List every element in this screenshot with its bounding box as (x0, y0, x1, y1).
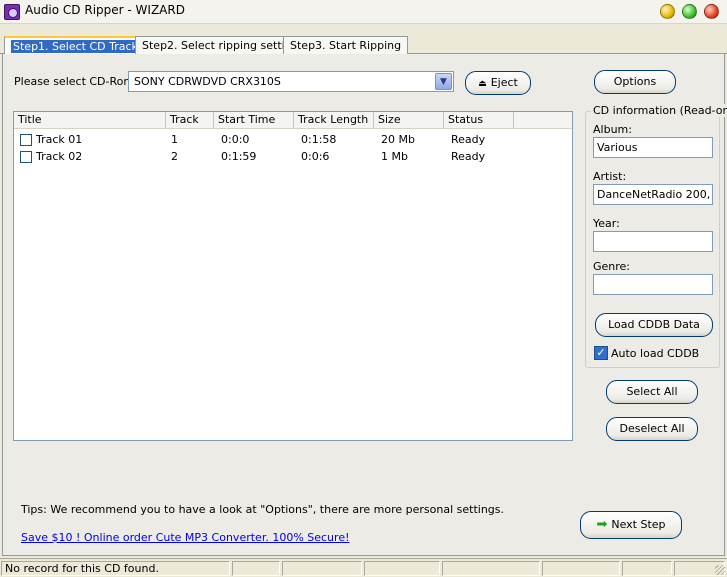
column-size[interactable]: Size (374, 112, 444, 129)
title-bar: Audio CD Ripper - WIZARD (0, 0, 727, 24)
album-field[interactable]: Various (593, 137, 713, 158)
track-status: Ready (451, 150, 486, 163)
cdrom-select[interactable]: SONY CDRWDVD CRX310S ▼ (128, 71, 454, 92)
tips-text: Tips: We recommend you to have a look at… (21, 503, 505, 516)
year-field[interactable] (593, 231, 713, 252)
cdrom-label: Please select CD-Rom: (14, 75, 138, 88)
track-checkbox[interactable] (20, 151, 32, 163)
track-start-time: 0:1:59 (221, 150, 257, 163)
track-number: 1 (171, 133, 178, 146)
app-cd-icon (4, 4, 20, 20)
track-length: 0:0:6 (301, 150, 330, 163)
options-button[interactable]: Options (594, 70, 676, 94)
artist-label: Artist: (593, 170, 627, 183)
eject-icon: ⏏ (478, 79, 487, 89)
column-track[interactable]: Track (166, 112, 214, 129)
auto-load-checkbox[interactable]: ✓ (594, 346, 608, 360)
deselect-all-button[interactable]: Deselect All (606, 417, 698, 441)
minimize-button[interactable] (660, 4, 675, 19)
arrow-right-icon: ➡ (596, 517, 608, 532)
tab-select-cd-tracks[interactable]: Step1. Select CD Tracks (4, 36, 153, 54)
status-pane (232, 561, 280, 576)
track-number: 2 (171, 150, 178, 163)
genre-label: Genre: (593, 260, 631, 273)
column-track-length[interactable]: Track Length (294, 112, 374, 129)
column-start-time[interactable]: Start Time (214, 112, 294, 129)
next-step-button[interactable]: ➡ Next Step (580, 511, 682, 539)
genre-field[interactable] (593, 274, 713, 295)
wizard-tabs: Step1. Select CD Tracks Step2. Select ri… (0, 36, 727, 54)
cd-info-title: CD information (Read-only) (591, 104, 727, 117)
auto-load-label: Auto load CDDB (611, 347, 700, 360)
column-title[interactable]: Title (14, 112, 166, 129)
load-cddb-button[interactable]: Load CDDB Data (595, 313, 713, 337)
eject-button[interactable]: ⏏ Eject (465, 71, 531, 95)
track-checkbox[interactable] (20, 134, 32, 146)
track-list-header: Title Track Start Time Track Length Size… (14, 112, 572, 129)
status-pane (542, 561, 620, 576)
promo-link[interactable]: Save $10 ! Online order Cute MP3 Convert… (21, 531, 350, 544)
window-title: Audio CD Ripper - WIZARD (25, 3, 185, 17)
column-status[interactable]: Status (444, 112, 514, 129)
track-list[interactable]: Title Track Start Time Track Length Size… (13, 111, 573, 441)
status-pane (442, 561, 540, 576)
status-bar: No record for this CD found. (0, 558, 727, 577)
track-title: Track 02 (36, 150, 83, 163)
status-pane (282, 561, 362, 576)
close-button[interactable] (704, 4, 719, 19)
album-label: Album: (593, 123, 632, 136)
tab-start-ripping[interactable]: Step3. Start Ripping (283, 36, 409, 54)
checkmark-icon: ✓ (596, 346, 606, 359)
table-row[interactable]: Track 02 2 0:1:59 0:0:6 1 Mb Ready (14, 149, 572, 165)
track-title: Track 01 (36, 133, 83, 146)
track-size: 20 Mb (381, 133, 415, 146)
cdrom-selected-value: SONY CDRWDVD CRX310S (134, 75, 281, 88)
year-label: Year: (593, 217, 620, 230)
track-length: 0:1:58 (301, 133, 337, 146)
maximize-button[interactable] (682, 4, 697, 19)
table-row[interactable]: Track 01 1 0:0:0 0:1:58 20 Mb Ready (14, 132, 572, 148)
track-status: Ready (451, 133, 486, 146)
resize-grip-icon[interactable] (715, 565, 725, 575)
status-message: No record for this CD found. (1, 561, 230, 576)
select-all-button[interactable]: Select All (606, 380, 698, 404)
track-size: 1 Mb (381, 150, 408, 163)
status-pane (364, 561, 440, 576)
chevron-down-icon[interactable]: ▼ (435, 73, 452, 90)
status-pane (622, 561, 672, 576)
artist-field[interactable]: DanceNetRadio 200, M (593, 184, 713, 205)
track-start-time: 0:0:0 (221, 133, 250, 146)
